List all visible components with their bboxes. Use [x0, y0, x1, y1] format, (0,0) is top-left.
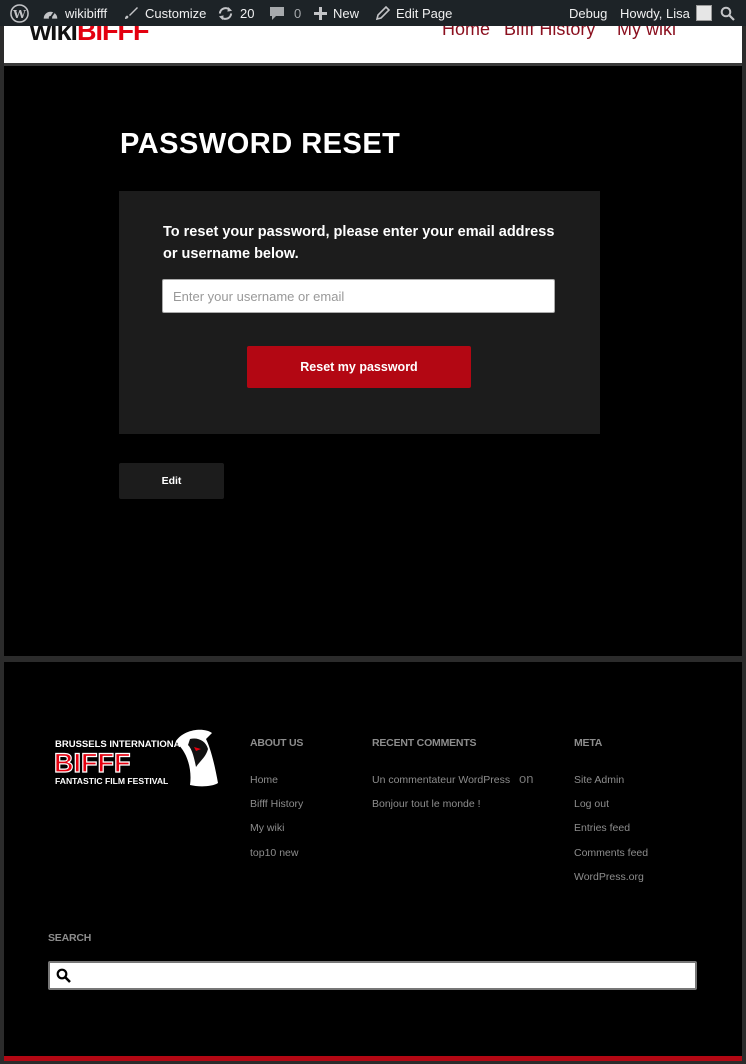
debug-label: Debug [569, 5, 608, 21]
pencil-icon [375, 5, 390, 21]
edit-page-label: Edit Page [396, 5, 453, 21]
site-name-item[interactable]: wikibifff [42, 0, 107, 26]
customize-item[interactable]: Customize [123, 0, 206, 26]
username-email-input[interactable] [162, 279, 555, 313]
plus-icon [314, 6, 327, 20]
refresh-icon [217, 6, 234, 21]
meta-link-wordpress-org[interactable]: WordPress.org [574, 871, 644, 883]
page-title: PASSWORD RESET [120, 128, 401, 160]
edit-page-item[interactable]: Edit Page [375, 0, 452, 26]
recent-comment-author[interactable]: Un commentateur WordPress [372, 774, 510, 786]
meta-link-comments-feed[interactable]: Comments feed [574, 847, 648, 859]
comments-item[interactable]: 0 [269, 0, 301, 26]
comment-bubble-icon [269, 6, 285, 21]
meta-link-log-out[interactable]: Log out [574, 798, 609, 810]
admin-bar: W wikibifff Customize 20 0 New Edit Page… [0, 0, 746, 26]
avatar [695, 5, 712, 21]
footer-link-bifff-history[interactable]: Bifff History [250, 798, 303, 810]
reset-password-button[interactable]: Reset my password [247, 346, 471, 388]
comments-count: 0 [294, 5, 302, 21]
footer-link-home[interactable]: Home [250, 774, 278, 786]
footer-link-my-wiki[interactable]: My wiki [250, 822, 284, 834]
footer-search-input[interactable] [80, 963, 684, 990]
meta-link-entries-feed[interactable]: Entries feed [574, 822, 630, 834]
recent-comments-heading: RECENT COMMENTS [372, 737, 477, 749]
site-name-label: wikibifff [65, 5, 108, 21]
howdy-label: Howdy, Lisa [620, 5, 690, 21]
meta-heading: META [574, 737, 603, 749]
customize-label: Customize [145, 5, 207, 21]
updates-item[interactable]: 20 [217, 0, 254, 26]
recent-comment-post[interactable]: Bonjour tout le monde ! [372, 798, 481, 810]
svg-text:W: W [12, 6, 26, 20]
bifff-festival-badge[interactable]: BRUSSELS INTERNATIONAL BIFFF FANTASTIC F… [48, 727, 220, 797]
new-label: New [333, 5, 360, 21]
debug-item[interactable]: Debug [569, 0, 607, 26]
wordpress-logo-icon[interactable]: W [10, 0, 29, 26]
recent-comment-on: on [519, 771, 534, 786]
footer-link-top10-new[interactable]: top10 new [250, 847, 298, 859]
account-item[interactable]: Howdy, Lisa [620, 0, 712, 26]
meta-link-site-admin[interactable]: Site Admin [574, 774, 624, 786]
edit-button[interactable]: Edit [119, 463, 224, 499]
search-heading: SEARCH [48, 932, 92, 944]
dashboard-icon [42, 6, 59, 21]
reset-instructions: To reset your password, please enter you… [163, 224, 555, 262]
footer-accent-line [4, 1056, 742, 1061]
about-us-heading: ABOUT US [250, 737, 304, 749]
brush-icon [123, 6, 139, 20]
search-icon[interactable] [56, 968, 71, 988]
footer-search-box[interactable] [48, 961, 697, 990]
admin-search-icon[interactable] [720, 0, 735, 26]
updates-count: 20 [240, 5, 255, 21]
badge-line2-text: BIFFF [54, 748, 130, 778]
new-item[interactable]: New [314, 0, 359, 26]
site-footer [4, 662, 742, 1056]
badge-line3-text: FANTASTIC FILM FESTIVAL [55, 776, 168, 786]
